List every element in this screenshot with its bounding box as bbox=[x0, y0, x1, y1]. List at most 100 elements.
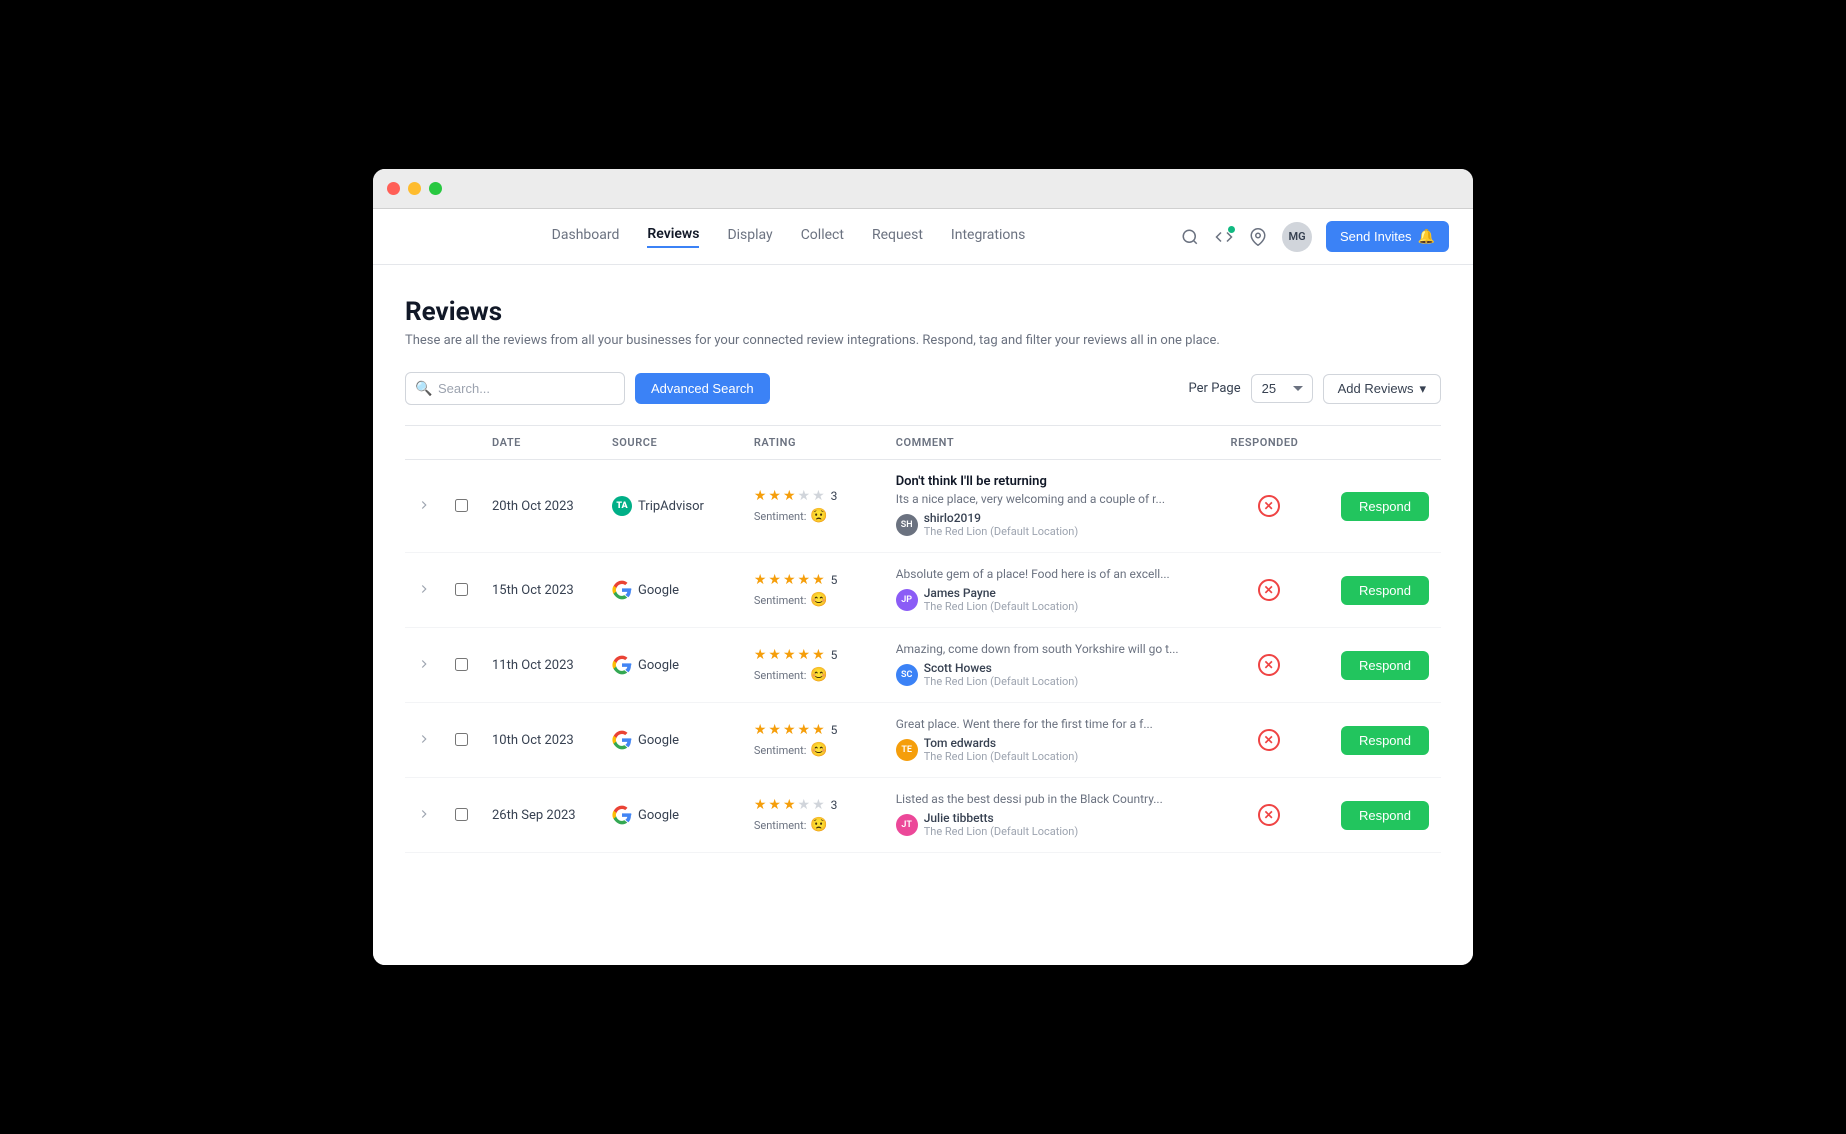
row-comment-4[interactable]: Listed as the best dessi pub in the Blac… bbox=[884, 778, 1219, 853]
row-responded-2: ✕ bbox=[1219, 628, 1319, 703]
advanced-search-button[interactable]: Advanced Search bbox=[635, 373, 770, 404]
row-responded-3: ✕ bbox=[1219, 703, 1319, 778]
not-responded-icon-2: ✕ bbox=[1258, 654, 1280, 676]
sentiment-label-2: Sentiment: bbox=[754, 669, 807, 682]
row-checkbox-1[interactable] bbox=[443, 553, 480, 628]
row-source-0[interactable]: TA TripAdvisor bbox=[600, 460, 742, 553]
search-wrapper: 🔍 bbox=[405, 372, 625, 405]
comment-text-1: Absolute gem of a place! Food here is of… bbox=[896, 567, 1207, 581]
row-expand-0[interactable] bbox=[405, 460, 443, 553]
row-expand-2[interactable] bbox=[405, 628, 443, 703]
sentiment-emoji-3: 😊 bbox=[810, 742, 827, 758]
nav-request[interactable]: Request bbox=[872, 227, 923, 247]
star-icon: ★ bbox=[783, 647, 796, 663]
star-icon: ★ bbox=[812, 797, 825, 813]
row-comment-0[interactable]: Don't think I'll be returning Its a nice… bbox=[884, 460, 1219, 553]
row-comment-1[interactable]: Absolute gem of a place! Food here is of… bbox=[884, 553, 1219, 628]
checkbox-4[interactable] bbox=[455, 808, 468, 821]
star-icon: ★ bbox=[798, 647, 811, 663]
star-icon: ★ bbox=[783, 797, 796, 813]
checkbox-1[interactable] bbox=[455, 583, 468, 596]
row-source-4[interactable]: Google bbox=[600, 778, 742, 853]
reviewer-location-3: The Red Lion (Default Location) bbox=[924, 750, 1078, 763]
per-page-label: Per Page bbox=[1189, 381, 1241, 396]
page-subtitle: These are all the reviews from all your … bbox=[405, 333, 1441, 348]
row-expand-3[interactable] bbox=[405, 703, 443, 778]
star-icon: ★ bbox=[768, 722, 781, 738]
google-logo bbox=[612, 730, 632, 750]
location-icon[interactable] bbox=[1248, 227, 1268, 247]
page-title: Reviews bbox=[405, 297, 1441, 327]
navbar: Dashboard Reviews Display Collect Reques… bbox=[373, 209, 1473, 265]
add-reviews-button[interactable]: Add Reviews ▾ bbox=[1323, 374, 1441, 404]
respond-button-3[interactable]: Respond bbox=[1341, 726, 1429, 755]
nav-dashboard[interactable]: Dashboard bbox=[552, 227, 620, 247]
checkbox-2[interactable] bbox=[455, 658, 468, 671]
row-checkbox-4[interactable] bbox=[443, 778, 480, 853]
titlebar bbox=[373, 169, 1473, 209]
row-checkbox-3[interactable] bbox=[443, 703, 480, 778]
search-icon[interactable] bbox=[1180, 227, 1200, 247]
search-input-icon: 🔍 bbox=[415, 381, 432, 397]
minimize-button[interactable] bbox=[408, 182, 421, 195]
row-rating-3: ★★★★★ 5 Sentiment: 😊 bbox=[742, 703, 884, 778]
row-source-3[interactable]: Google bbox=[600, 703, 742, 778]
tripadvisor-logo: TA bbox=[612, 496, 632, 516]
main-content: Reviews These are all the reviews from a… bbox=[373, 265, 1473, 965]
row-date-1: 15th Oct 2023 bbox=[480, 553, 600, 628]
send-invites-button[interactable]: Send Invites 🔔 bbox=[1326, 221, 1449, 252]
checkbox-0[interactable] bbox=[455, 499, 468, 512]
nav-collect[interactable]: Collect bbox=[801, 227, 844, 247]
respond-button-4[interactable]: Respond bbox=[1341, 801, 1429, 830]
avatar[interactable]: MG bbox=[1282, 222, 1312, 252]
row-comment-2[interactable]: Amazing, come down from south Yorkshire … bbox=[884, 628, 1219, 703]
sentiment-label-3: Sentiment: bbox=[754, 744, 807, 757]
row-responded-4: ✕ bbox=[1219, 778, 1319, 853]
star-icon: ★ bbox=[768, 797, 781, 813]
reviewer-location-0: The Red Lion (Default Location) bbox=[924, 525, 1078, 538]
source-name-2: Google bbox=[638, 658, 679, 673]
star-icon: ★ bbox=[798, 572, 811, 588]
maximize-button[interactable] bbox=[429, 182, 442, 195]
respond-button-1[interactable]: Respond bbox=[1341, 576, 1429, 605]
row-rating-2: ★★★★★ 5 Sentiment: 😊 bbox=[742, 628, 884, 703]
search-input[interactable] bbox=[405, 372, 625, 405]
reviewer-location-2: The Red Lion (Default Location) bbox=[924, 675, 1078, 688]
code-icon[interactable] bbox=[1214, 227, 1234, 247]
row-source-1[interactable]: Google bbox=[600, 553, 742, 628]
per-page-select[interactable]: 25 50 100 bbox=[1251, 374, 1313, 403]
sentiment-emoji-1: 😊 bbox=[810, 592, 827, 608]
row-rating-4: ★★★★★ 3 Sentiment: 😟 bbox=[742, 778, 884, 853]
row-expand-4[interactable] bbox=[405, 778, 443, 853]
reviewer-location-4: The Red Lion (Default Location) bbox=[924, 825, 1078, 838]
row-date-3: 10th Oct 2023 bbox=[480, 703, 600, 778]
sentiment-label-0: Sentiment: bbox=[754, 510, 807, 523]
nav-integrations[interactable]: Integrations bbox=[951, 227, 1025, 247]
row-expand-1[interactable] bbox=[405, 553, 443, 628]
star-icon: ★ bbox=[754, 722, 767, 738]
row-rating-0: ★★★★★ 3 Sentiment: 😟 bbox=[742, 460, 884, 553]
star-count-3: 5 bbox=[831, 723, 838, 737]
row-date-0: 20th Oct 2023 bbox=[480, 460, 600, 553]
source-name-1: Google bbox=[638, 583, 679, 598]
star-icon: ★ bbox=[812, 722, 825, 738]
row-source-2[interactable]: Google bbox=[600, 628, 742, 703]
row-comment-3[interactable]: Great place. Went there for the first ti… bbox=[884, 703, 1219, 778]
close-button[interactable] bbox=[387, 182, 400, 195]
row-action-3: Respond bbox=[1319, 703, 1441, 778]
col-date: DATE bbox=[480, 426, 600, 460]
checkbox-3[interactable] bbox=[455, 733, 468, 746]
sentiment-emoji-0: 😟 bbox=[810, 508, 827, 524]
respond-button-2[interactable]: Respond bbox=[1341, 651, 1429, 680]
nav-display[interactable]: Display bbox=[727, 227, 772, 247]
row-responded-1: ✕ bbox=[1219, 553, 1319, 628]
respond-button-0[interactable]: Respond bbox=[1341, 492, 1429, 521]
reviewer-name-0: shirlo2019 bbox=[924, 511, 1078, 525]
nav-links: Dashboard Reviews Display Collect Reques… bbox=[397, 226, 1180, 248]
not-responded-icon-0: ✕ bbox=[1258, 495, 1280, 517]
row-checkbox-0[interactable] bbox=[443, 460, 480, 553]
sentiment-emoji-2: 😊 bbox=[810, 667, 827, 683]
row-checkbox-2[interactable] bbox=[443, 628, 480, 703]
comment-text-3: Great place. Went there for the first ti… bbox=[896, 717, 1207, 731]
nav-reviews[interactable]: Reviews bbox=[647, 226, 699, 248]
